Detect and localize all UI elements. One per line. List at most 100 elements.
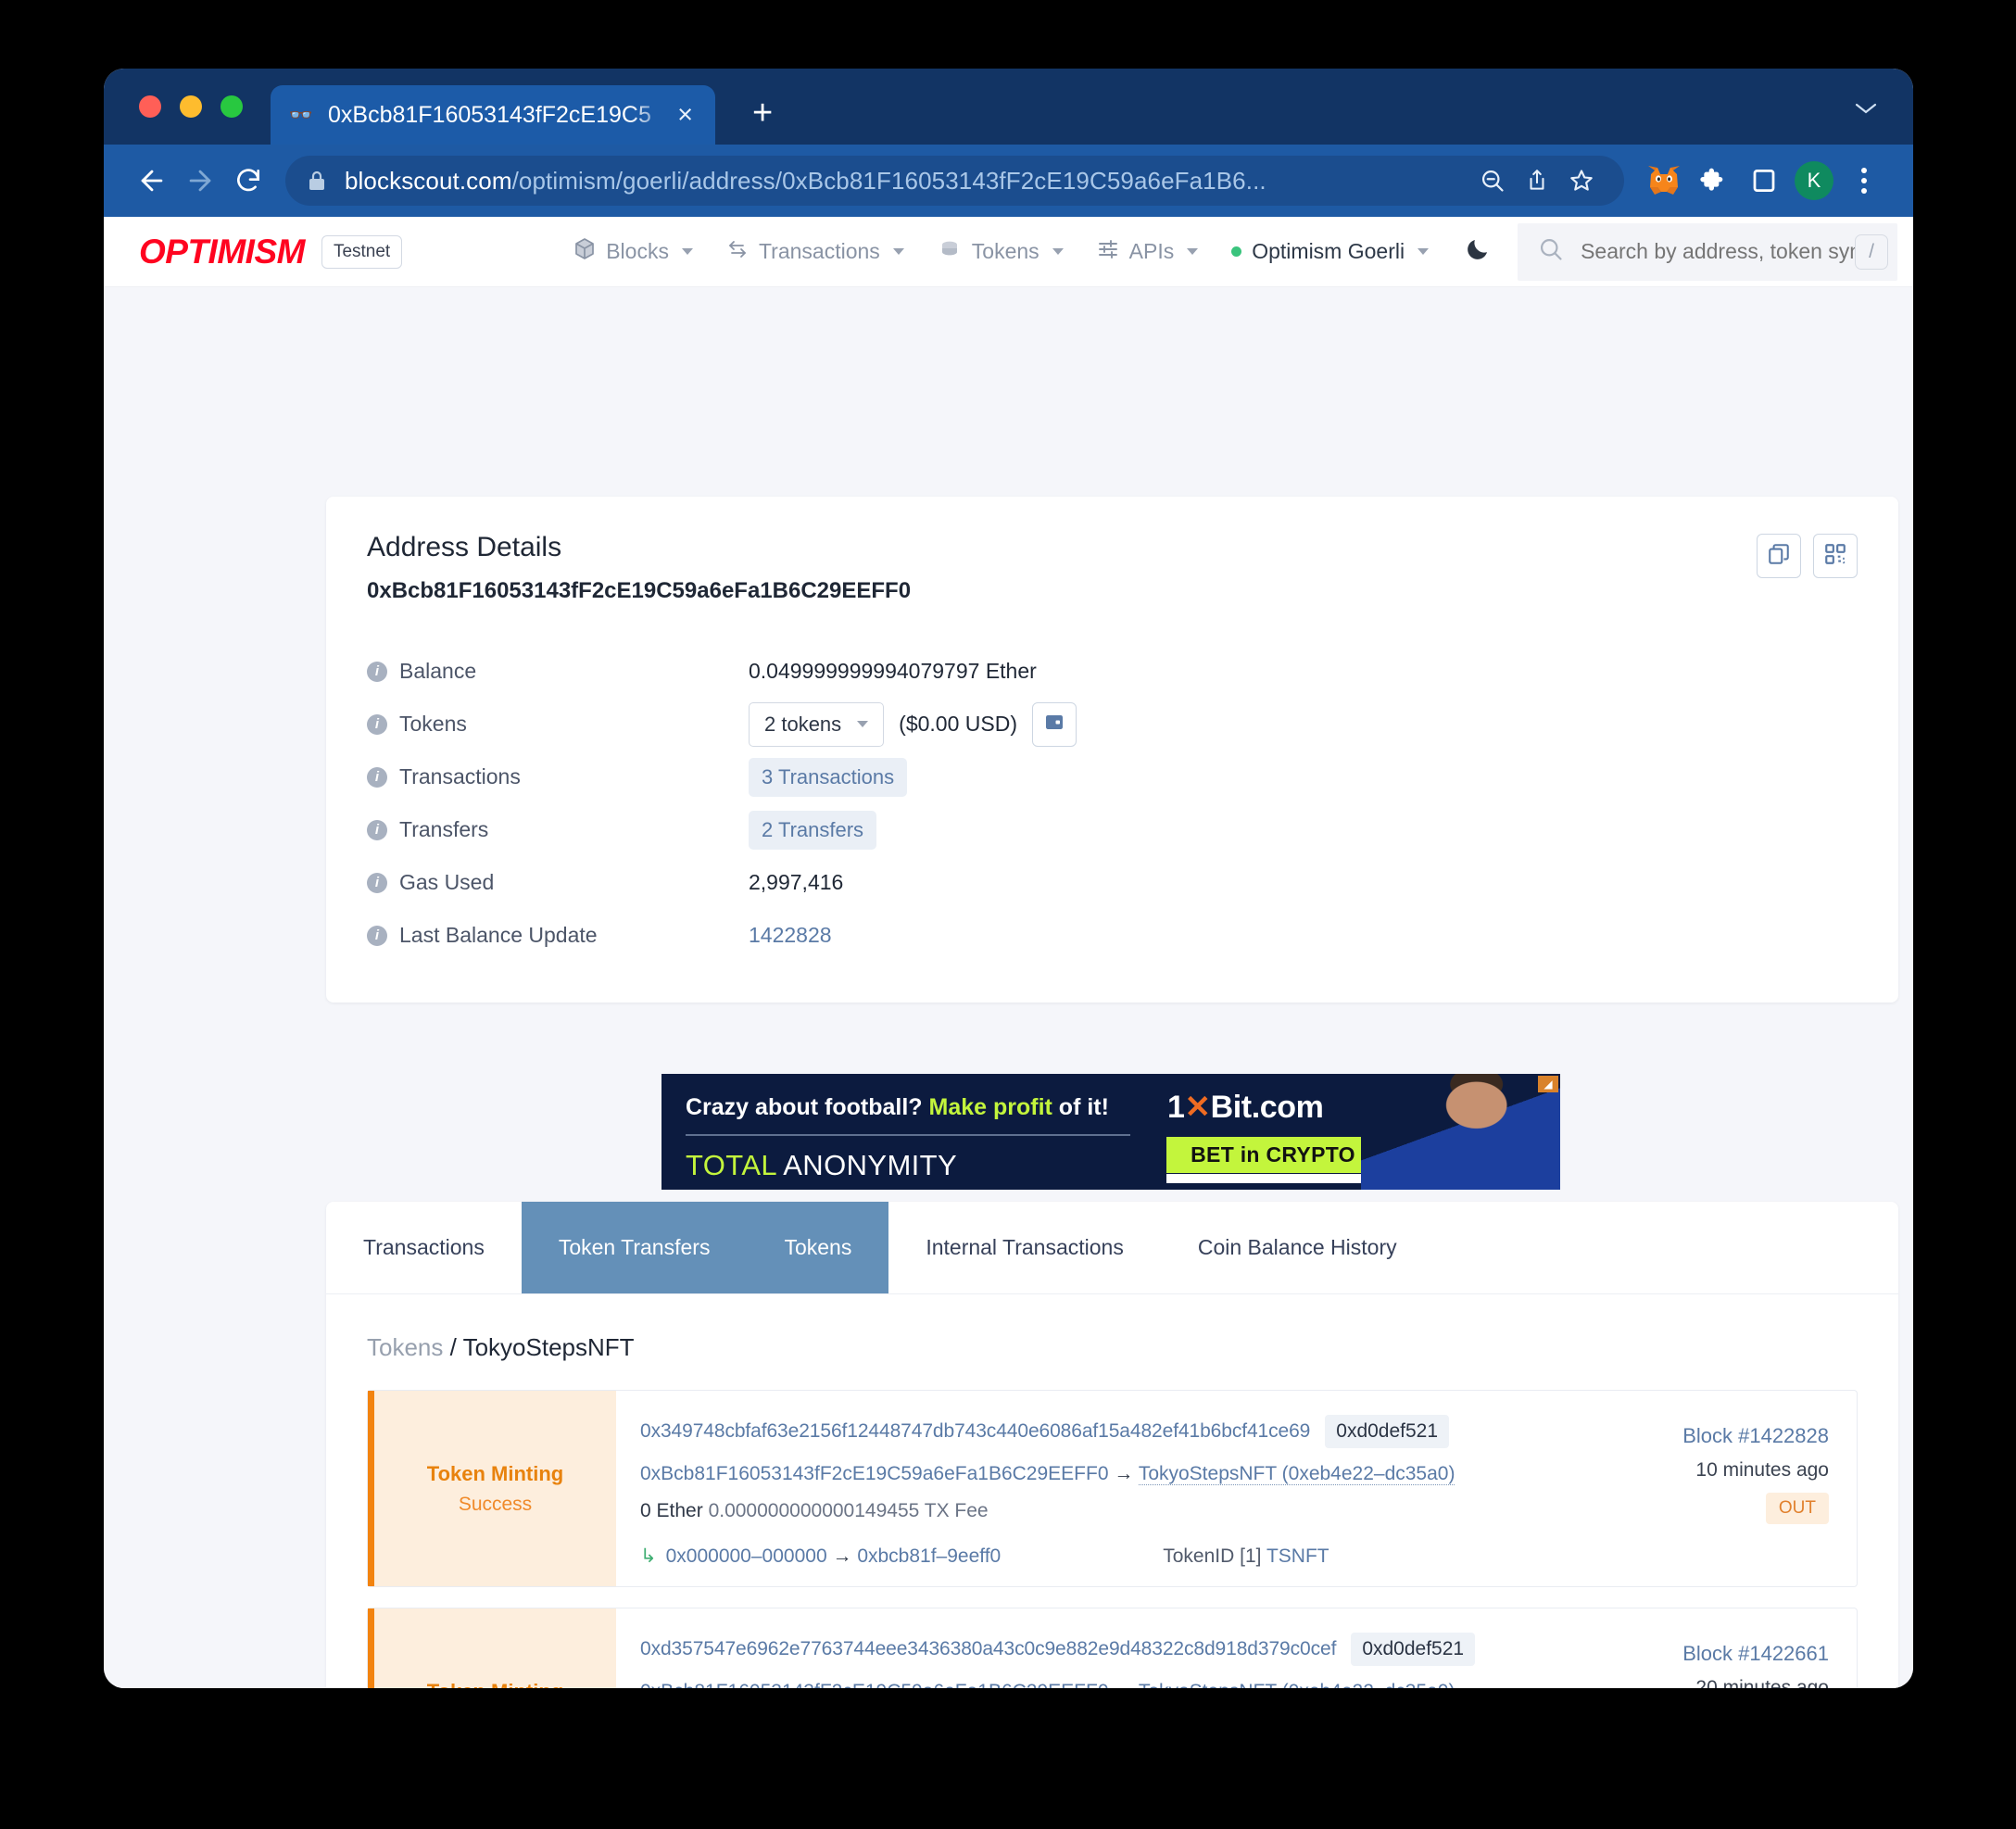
- optimism-logo[interactable]: OPTIMISM: [139, 233, 305, 271]
- metamask-icon[interactable]: [1639, 156, 1689, 206]
- tokens-value: 2 tokens ($0.00 USD): [749, 701, 1077, 747]
- tab-transactions[interactable]: Transactions: [326, 1202, 522, 1293]
- transfer-hash-line: 0xd357547e6962e7763744eee3436380a43c0c9e…: [640, 1633, 1527, 1666]
- arrow-right-icon: →: [1114, 1681, 1133, 1688]
- forward-button[interactable]: [176, 157, 224, 205]
- status-dot-icon: [1231, 246, 1242, 257]
- ad-subline: TOTAL ANONYMITY: [686, 1149, 1149, 1182]
- back-button[interactable]: [128, 157, 176, 205]
- token-transfers-card: Transactions Token Transfers Tokens Inte…: [326, 1202, 1898, 1688]
- ad-cta-button[interactable]: BET in CRYPTO: [1166, 1137, 1380, 1173]
- transactions-count-pill[interactable]: 3 Transactions: [749, 757, 908, 797]
- last-balance-block-link[interactable]: 1422828: [749, 923, 832, 948]
- advertisement-banner[interactable]: Crazy about football? Make profit of it!…: [662, 1074, 1560, 1190]
- zoom-out-icon[interactable]: [1470, 158, 1515, 203]
- detail-row-tokens: i Tokens 2 tokens ($0.00 USD): [367, 698, 1858, 751]
- browser-tab[interactable]: 👓 0xBcb81F16053143fF2cE19C5 ×: [271, 85, 715, 145]
- detail-label-text: Balance: [399, 659, 477, 683]
- address-bar[interactable]: blockscout.com/optimism/goerli/address/0…: [285, 156, 1624, 206]
- ad-close-icon[interactable]: ◢: [1538, 1076, 1558, 1092]
- profile-avatar[interactable]: K: [1789, 156, 1839, 206]
- search-input[interactable]: [1581, 239, 1856, 264]
- transfer-tx-fee: 0.000000000000149455 TX Fee: [708, 1500, 989, 1521]
- token-transfer-from: 0x000000–000000: [665, 1545, 827, 1567]
- detail-label-text: Transactions: [399, 764, 521, 788]
- testnet-badge: Testnet: [321, 234, 403, 269]
- browser-menu-button[interactable]: [1839, 156, 1889, 206]
- transactions-value: 3 Transactions: [749, 757, 908, 797]
- block-number-link[interactable]: Block #1422661: [1682, 1642, 1829, 1666]
- info-icon[interactable]: i: [367, 766, 387, 788]
- to-contract-link[interactable]: TokyoStepsNFT (0xeb4e22–dc35a0): [1138, 1463, 1455, 1485]
- wallet-icon: [1043, 711, 1065, 738]
- add-to-wallet-button[interactable]: [1032, 701, 1077, 747]
- qr-code-button[interactable]: [1813, 534, 1858, 578]
- tab-tokens[interactable]: Tokens: [747, 1202, 889, 1293]
- breadcrumb: Tokens / TokyoStepsNFT: [326, 1294, 1898, 1362]
- close-window-button[interactable]: [139, 95, 161, 118]
- info-icon[interactable]: i: [367, 925, 387, 946]
- detail-label: i Transactions: [367, 764, 749, 789]
- token-transfer-line: ↳ 0x000000–000000 → 0xbcb81f–9eeff0 Toke…: [640, 1545, 1527, 1568]
- transfers-count-pill[interactable]: 2 Transfers: [749, 810, 877, 850]
- from-address-link[interactable]: 0xBcb81F16053143fF2cE19C59a6eFa1B6C29EEF…: [640, 1463, 1109, 1484]
- nav-item-apis[interactable]: APIs: [1097, 238, 1199, 266]
- minimize-window-button[interactable]: [180, 95, 202, 118]
- tokens-dropdown[interactable]: 2 tokens: [749, 701, 885, 747]
- site-header: OPTIMISM Testnet Blocks Transactions Tok…: [104, 217, 1913, 287]
- info-icon[interactable]: i: [367, 713, 387, 735]
- tab-internal-transactions[interactable]: Internal Transactions: [888, 1202, 1161, 1293]
- share-icon[interactable]: [1515, 158, 1559, 203]
- nav-item-blocks[interactable]: Blocks: [573, 237, 693, 267]
- extensions-puzzle-icon[interactable]: [1689, 156, 1739, 206]
- arrow-right-icon: →: [1114, 1463, 1134, 1484]
- transaction-hash-link[interactable]: 0xd357547e6962e7763744eee3436380a43c0c9e…: [640, 1638, 1336, 1660]
- detail-label: i Transfers: [367, 817, 749, 842]
- breadcrumb-parent[interactable]: Tokens: [367, 1333, 443, 1361]
- close-icon[interactable]: ×: [672, 101, 699, 129]
- transfer-address-line: 0xBcb81F16053143fF2cE19C59a6eFa1B6C29EEF…: [640, 1681, 1527, 1688]
- chevron-down-icon[interactable]: [1854, 100, 1878, 120]
- info-icon[interactable]: i: [367, 819, 387, 840]
- corner-arrow-icon: ↳: [640, 1545, 657, 1567]
- transfer-status-panel: Token Minting Success: [368, 1608, 616, 1688]
- ad-brand-logo: 1✕Bit.com: [1167, 1089, 1324, 1126]
- block-number-link[interactable]: Block #1422828: [1682, 1424, 1829, 1448]
- direction-badge: OUT: [1765, 1493, 1829, 1524]
- bookmark-star-icon[interactable]: [1559, 158, 1604, 203]
- tab-token-transfers[interactable]: Token Transfers: [521, 1202, 748, 1293]
- maximize-window-button[interactable]: [220, 95, 243, 118]
- transaction-hash-link[interactable]: 0x349748cbfaf63e2156f12448747db743c440e6…: [640, 1420, 1310, 1443]
- nav-item-tokens[interactable]: Tokens: [938, 238, 1064, 266]
- sidebar-toggle-icon[interactable]: [1739, 156, 1789, 206]
- browser-window: 👓 0xBcb81F16053143fF2cE19C5 × + blocksco…: [104, 69, 1913, 1688]
- new-tab-button[interactable]: +: [752, 95, 773, 132]
- search-box[interactable]: /: [1518, 222, 1898, 281]
- reload-button[interactable]: [224, 157, 272, 205]
- nav-item-network[interactable]: Optimism Goerli: [1231, 239, 1430, 264]
- ad-subline-highlight: TOTAL: [686, 1149, 776, 1181]
- from-address-link[interactable]: 0xBcb81F16053143fF2cE19C59a6eFa1B6C29EEF…: [640, 1681, 1109, 1688]
- detail-label-text: Transfers: [399, 817, 489, 841]
- copy-icon: [1767, 542, 1791, 571]
- info-icon[interactable]: i: [367, 661, 387, 682]
- info-icon[interactable]: i: [367, 872, 387, 893]
- dark-mode-toggle[interactable]: [1464, 235, 1492, 268]
- breadcrumb-current: TokyoStepsNFT: [462, 1333, 635, 1361]
- detail-label-text: Tokens: [399, 712, 467, 736]
- copy-address-button[interactable]: [1757, 534, 1801, 578]
- to-contract-link[interactable]: TokyoStepsNFT (0xeb4e22–dc35a0): [1138, 1681, 1455, 1688]
- detail-label: i Last Balance Update: [367, 923, 749, 948]
- tab-coin-balance-history[interactable]: Coin Balance History: [1161, 1202, 1434, 1293]
- token-symbol-link[interactable]: TSNFT: [1266, 1545, 1329, 1567]
- breadcrumb-separator: /: [443, 1333, 463, 1361]
- nav-item-transactions[interactable]: Transactions: [726, 238, 904, 266]
- transfer-value: 0 Ether: [640, 1500, 703, 1521]
- token-transfer-addresses[interactable]: 0x000000–000000 → 0xbcb81f–9eeff0: [666, 1545, 1002, 1568]
- nav-label-tokens: Tokens: [971, 239, 1040, 263]
- chevron-down-icon: [857, 721, 869, 727]
- ad-subline-plain: ANONYMITY: [775, 1149, 958, 1181]
- tokens-dropdown-label: 2 tokens: [764, 712, 842, 736]
- ad-headline-part1: Crazy about football?: [686, 1094, 929, 1120]
- search-shortcut-key: /: [1855, 233, 1889, 270]
